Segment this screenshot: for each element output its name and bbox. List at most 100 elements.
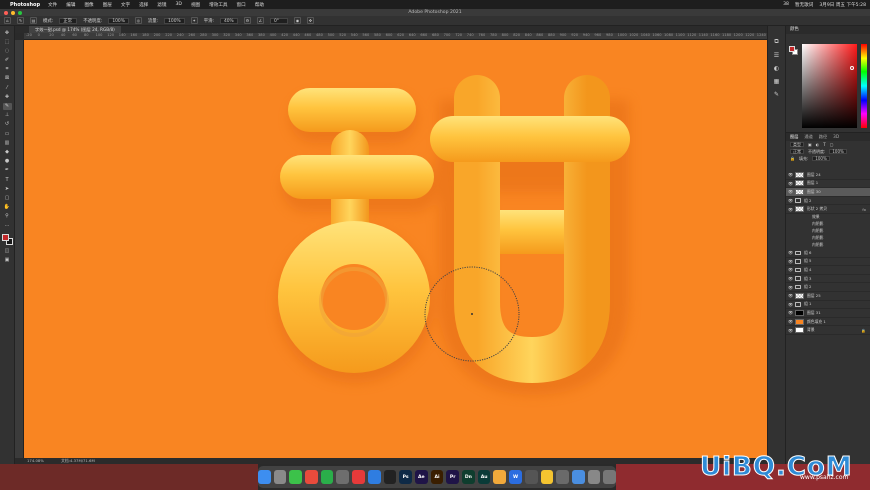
group-row[interactable]: 👁 组 1 xyxy=(786,301,870,310)
zoom-tool-icon[interactable]: ⚲ xyxy=(3,213,12,220)
brush-preset-icon[interactable]: ✎ xyxy=(17,17,24,24)
effect-row[interactable]: 内阴影 xyxy=(786,221,870,228)
group-row[interactable]: 👁 组 5 xyxy=(786,258,870,267)
effect-row[interactable]: 内阴影 xyxy=(786,235,870,242)
tab-paths[interactable]: 路径 xyxy=(819,133,827,141)
dock-app-icon[interactable] xyxy=(383,470,397,484)
properties-panel-icon[interactable]: ☰ xyxy=(774,52,779,59)
blend-mode-select[interactable]: 正常 xyxy=(790,149,804,154)
visibility-eye-icon[interactable]: 👁 xyxy=(786,181,795,186)
marquee-tool-icon[interactable]: ⬚ xyxy=(3,38,12,45)
vertical-ruler[interactable] xyxy=(15,40,24,458)
clock[interactable]: 3月9日 周五 下午5:28 xyxy=(819,2,866,8)
group-row[interactable]: 👁 组 6 xyxy=(786,249,870,258)
tab-channels[interactable]: 通道 xyxy=(804,133,812,141)
menu-file[interactable]: 文件 xyxy=(48,2,57,8)
dock-app-icon[interactable] xyxy=(352,470,365,484)
visibility-eye-icon[interactable]: 👁 xyxy=(786,285,795,290)
path-selection-tool-icon[interactable]: ➤ xyxy=(3,185,12,192)
dock-app-icon[interactable] xyxy=(257,470,271,484)
layer-row-selected[interactable]: 👁 图层 30 xyxy=(786,188,870,197)
effect-row[interactable]: 内阴影 xyxy=(786,242,870,249)
filter-pixel-icon[interactable]: ▣ xyxy=(808,142,812,147)
eraser-tool-icon[interactable]: ▭ xyxy=(3,130,12,137)
color-picker-cursor[interactable] xyxy=(850,66,854,70)
color-panel-title[interactable]: 颜色 xyxy=(786,26,870,34)
close-window-button[interactable] xyxy=(4,10,8,15)
visibility-eye-icon[interactable]: 👁 xyxy=(786,328,795,333)
layer-row[interactable]: 👁 图层 25 xyxy=(786,292,870,301)
gradient-tool-icon[interactable]: ▥ xyxy=(3,139,12,146)
layer-row[interactable]: 👁 背景 🔒 xyxy=(786,326,870,335)
group-row[interactable]: 👁 组 2 xyxy=(786,283,870,292)
type-tool-icon[interactable]: T xyxy=(3,176,12,183)
angle-field[interactable]: 0° xyxy=(269,17,288,24)
visibility-eye-icon[interactable]: 👁 xyxy=(786,293,795,298)
visibility-eye-icon[interactable]: 👁 xyxy=(786,172,795,177)
group-row[interactable]: 👁 组 2 xyxy=(786,197,870,206)
pressure-size-icon[interactable]: ◉ xyxy=(293,17,301,24)
dock-app-icon[interactable] xyxy=(336,470,350,484)
dock-app-icon[interactable] xyxy=(603,470,617,484)
menu-view[interactable]: 视图 xyxy=(191,2,200,8)
healing-brush-tool-icon[interactable]: ✚ xyxy=(3,93,12,100)
flow-field[interactable]: 100% xyxy=(164,17,185,24)
color-panel-swatches[interactable] xyxy=(789,46,798,55)
layer-kind-filter[interactable]: 类型 xyxy=(790,142,804,147)
dock-app-icon[interactable] xyxy=(493,470,507,484)
layer-row[interactable]: 👁 图层 24 xyxy=(786,171,870,180)
group-row[interactable]: 👁 组 3 xyxy=(786,275,870,284)
horizontal-ruler[interactable]: -20 0 20 40 60 80 100 120 140 160 180 200 220 240 260 2… xyxy=(24,33,767,40)
menu-select[interactable]: 选择 xyxy=(139,2,148,8)
home-icon[interactable]: ⌂ xyxy=(4,17,11,24)
tab-layers[interactable]: 图层 xyxy=(790,133,798,141)
quick-mask-icon[interactable]: ◫ xyxy=(3,247,12,254)
lock-icon[interactable]: 🔒 xyxy=(790,156,795,161)
dock-app-icon[interactable] xyxy=(320,470,334,484)
smooth-settings-icon[interactable]: ⚙ xyxy=(243,17,251,24)
mode-select[interactable]: 正常 xyxy=(59,17,78,24)
dock-app-icon[interactable]: Ae xyxy=(414,470,428,484)
smooth-field[interactable]: 40% xyxy=(219,17,238,24)
menu-filter[interactable]: 滤镜 xyxy=(157,2,166,8)
lyrics-text[interactable]: 暂无歌词 xyxy=(795,2,813,8)
hue-slider[interactable] xyxy=(861,44,867,128)
eyedropper-tool-icon[interactable]: ⁄ xyxy=(3,84,12,91)
hand-tool-icon[interactable]: ✋ xyxy=(3,204,12,211)
dock-app-icon[interactable] xyxy=(289,470,303,484)
dock-app-icon[interactable] xyxy=(571,470,585,484)
airbrush-icon[interactable]: ✦ xyxy=(190,17,198,24)
lasso-tool-icon[interactable]: ◌ xyxy=(3,47,12,54)
visibility-eye-icon[interactable]: 👁 xyxy=(786,207,795,212)
quick-select-tool-icon[interactable]: ✐ xyxy=(3,57,12,64)
dock-app-icon[interactable]: Dn xyxy=(462,470,475,484)
foreground-color-swatch[interactable] xyxy=(1,234,9,242)
document-size[interactable]: 文档:4.37M/71.6M xyxy=(61,458,95,463)
screen-mode-icon[interactable]: ▣ xyxy=(3,257,12,264)
frame-tool-icon[interactable]: ⊠ xyxy=(3,75,12,82)
dock-app-icon[interactable]: Au xyxy=(477,470,491,484)
layer-fill-field[interactable]: 100% xyxy=(812,156,830,161)
dock-app-icon[interactable]: Ai xyxy=(430,470,444,484)
visibility-eye-icon[interactable]: 👁 xyxy=(786,310,795,315)
visibility-eye-icon[interactable]: 👁 xyxy=(786,189,795,194)
history-brush-tool-icon[interactable]: ↺ xyxy=(3,121,12,128)
color-swatches[interactable] xyxy=(1,234,13,246)
visibility-eye-icon[interactable]: 👁 xyxy=(786,259,795,264)
menu-edit[interactable]: 编辑 xyxy=(66,2,75,8)
color-picker-field[interactable] xyxy=(802,44,857,128)
move-tool-icon[interactable]: ✥ xyxy=(3,29,12,36)
minimize-window-button[interactable] xyxy=(11,10,15,15)
visibility-eye-icon[interactable]: 👁 xyxy=(786,198,795,203)
layer-row[interactable]: 👁 图层 1 xyxy=(786,180,870,189)
dock-app-icon[interactable] xyxy=(540,470,554,484)
brush-panel-icon[interactable]: ✎ xyxy=(774,91,779,98)
visibility-eye-icon[interactable]: 👁 xyxy=(786,267,795,272)
layer-opacity-field[interactable]: 100% xyxy=(829,149,847,154)
menu-plugins[interactable]: 增效工具 xyxy=(209,2,227,8)
tab-3d[interactable]: 3D xyxy=(833,133,839,141)
visibility-eye-icon[interactable]: 👁 xyxy=(786,276,795,281)
effects-row[interactable]: 效果 xyxy=(786,214,870,221)
dock-app-icon[interactable] xyxy=(587,470,601,484)
zoom-window-button[interactable] xyxy=(18,10,22,15)
